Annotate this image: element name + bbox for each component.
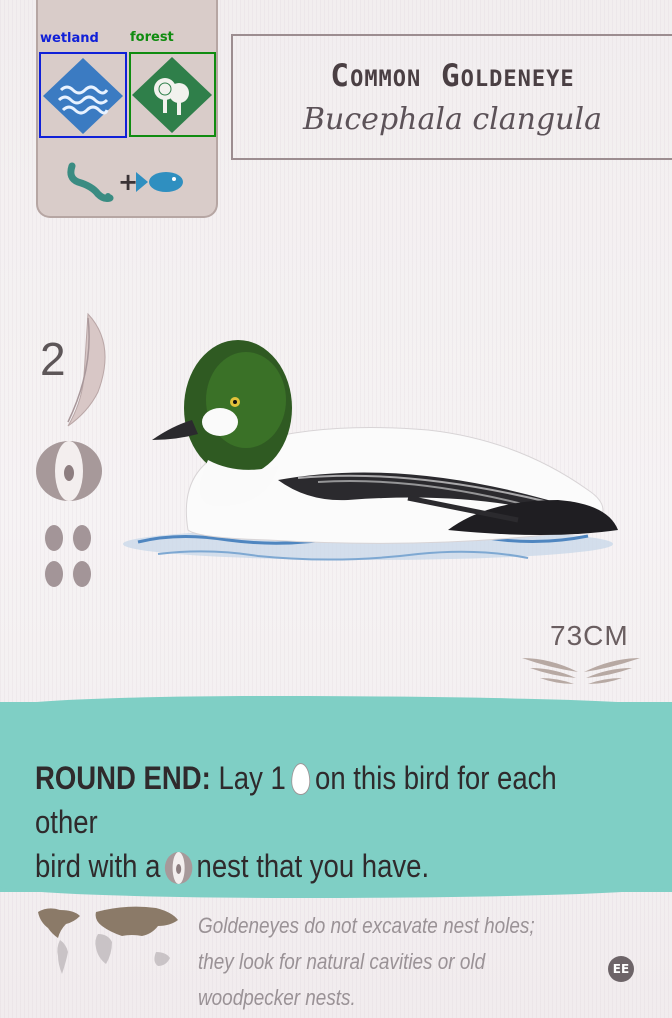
power-label: ROUND END: (35, 760, 211, 796)
world-map-icon (38, 906, 178, 974)
cavity-nest-icon (164, 852, 193, 884)
wingspan-value: 73CM (550, 620, 629, 651)
egg-slot (73, 561, 91, 587)
goldeneye-illustration (123, 340, 618, 561)
wingspan: 73CM (520, 618, 642, 688)
bird-scientific-name: Bucephala clangula (303, 102, 602, 137)
victory-points: 2 (36, 312, 116, 432)
wetland-label: wetland (40, 31, 99, 46)
food-separator: + (118, 168, 138, 196)
wingspan-icon (522, 658, 640, 684)
flavor-text: Goldeneyes do not excavate nest holes; t… (198, 913, 535, 1010)
egg-slot (73, 525, 91, 551)
expansion-badge: EE (608, 956, 634, 982)
food-cost: + (67, 162, 183, 202)
bird-name-box: Common Goldeneye Bucephala clangula (231, 34, 672, 160)
power-text-4: nest that you have. (196, 848, 430, 884)
egg-slot (45, 561, 63, 587)
egg-icon (290, 763, 310, 795)
trees-icon (132, 57, 212, 133)
worm-icon (67, 162, 114, 202)
waves-icon (43, 58, 123, 134)
bird-card: wetland forest + Common Goldeneye Buceph… (0, 0, 672, 1018)
points-value: 2 (40, 333, 66, 385)
power-text-1: Lay 1 (218, 760, 286, 796)
egg-capacity (45, 525, 91, 587)
bird-common-name: Common Goldeneye (330, 58, 575, 94)
cavity-nest-icon (36, 441, 102, 501)
fish-icon (136, 172, 183, 192)
forest-label: forest (130, 30, 174, 45)
power-text: ROUND END: Lay 1 on this bird for each ot… (35, 756, 568, 888)
power-text-3: bird with a (35, 848, 161, 884)
egg-slot (45, 525, 63, 551)
